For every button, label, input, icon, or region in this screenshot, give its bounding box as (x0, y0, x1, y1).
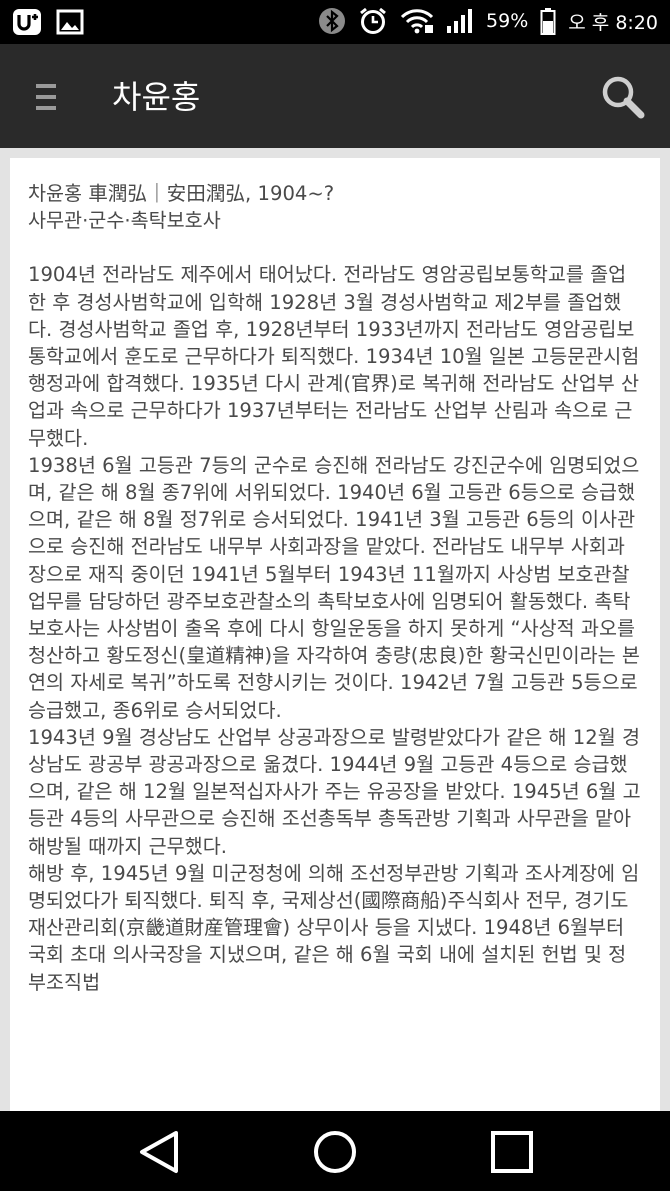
search-icon[interactable] (600, 74, 646, 120)
u-plus-icon (13, 9, 41, 35)
bluetooth-icon (319, 8, 346, 34)
alarm-icon (360, 7, 386, 34)
status-bar: 59% 오 후 8:20 (0, 0, 670, 44)
article-paragraph: 1904년 전라남도 제주에서 태어났다. 전라남도 영암공립보통학교를 졸업한… (28, 263, 640, 450)
battery-percent: 59% (486, 10, 529, 32)
signal-icon (447, 9, 473, 33)
status-left-icons (12, 8, 84, 36)
article-name-line: 차윤홍 車潤弘｜安田潤弘, 1904~? (28, 182, 335, 205)
status-right-icons: 59% 오 후 8:20 (318, 6, 658, 36)
article-body: 차윤홍 車潤弘｜安田潤弘, 1904~? 사무관·군수·촉탁보호사 1904년 … (10, 158, 660, 996)
article-header: 차윤홍 車潤弘｜安田潤弘, 1904~? 사무관·군수·촉탁보호사 (28, 180, 642, 234)
wifi-icon (400, 9, 434, 34)
article-paragraph: 해방 후, 1945년 9월 미군정청에 의해 조선정부관방 기획과 조사계장에… (28, 861, 640, 994)
gallery-icon (56, 9, 84, 35)
navigation-bar (0, 1111, 670, 1191)
menu-icon[interactable] (32, 82, 60, 112)
article-roles-line: 사무관·군수·촉탁보호사 (28, 209, 221, 233)
home-circle-icon[interactable] (310, 1127, 360, 1177)
app-bar: 차윤홍 (0, 44, 670, 148)
content-area: 차윤홍 車潤弘｜安田潤弘, 1904~? 사무관·군수·촉탁보호사 1904년 … (0, 148, 670, 1111)
page-title: 차윤홍 (112, 78, 201, 116)
recents-square-icon[interactable] (487, 1127, 537, 1177)
article-paragraph: 1938년 6월 고등관 7등의 군수로 승진해 전라남도 강진군수에 임명되었… (28, 453, 640, 722)
status-time: 오 후 8:20 (568, 11, 658, 34)
article-paragraph: 1943년 9월 경상남도 산업부 상공과장으로 발령받았다가 같은 해 12월… (28, 725, 641, 858)
article-card: 차윤홍 車潤弘｜安田潤弘, 1904~? 사무관·군수·촉탁보호사 1904년 … (10, 158, 660, 1111)
back-triangle-icon[interactable] (134, 1127, 184, 1177)
battery-icon (540, 8, 556, 35)
